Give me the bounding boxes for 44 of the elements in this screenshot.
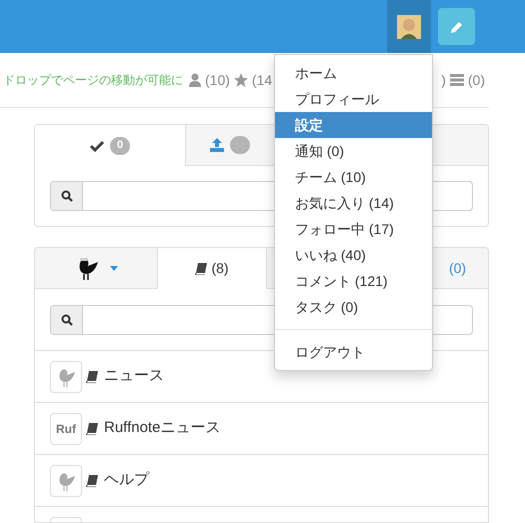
avatar-button[interactable] <box>387 0 431 53</box>
list-icon <box>450 74 464 86</box>
edit-button[interactable] <box>438 8 475 45</box>
pencil-icon <box>450 20 462 32</box>
tab-label: (0) <box>448 258 466 278</box>
menu-item[interactable]: お気に入り (14) <box>275 190 432 216</box>
upload-icon <box>210 138 224 152</box>
book-icon <box>195 262 208 274</box>
user-icon <box>189 73 201 87</box>
count-text: ) <box>441 70 446 90</box>
menu-item[interactable]: チーム (10) <box>275 164 432 190</box>
avatar-icon <box>397 14 421 38</box>
list-item-title: Ruffnoteニュース <box>104 418 220 438</box>
drag-hint-text: ドロップでページの移動が可能に <box>3 72 183 89</box>
tab[interactable]: (8) <box>157 248 267 289</box>
menu-item[interactable]: プロフィール <box>275 86 432 112</box>
check-icon <box>90 140 104 152</box>
star-icon <box>234 73 248 87</box>
search-button[interactable] <box>51 182 83 210</box>
count-text: (14 <box>252 70 272 90</box>
list-item[interactable]: Ruf Ruffnoteニュース <box>35 403 488 455</box>
menu-item[interactable]: コメント (121) <box>275 268 432 294</box>
avatar-text: Ruf <box>56 420 76 438</box>
count-text: (0) <box>468 70 485 90</box>
menu-item[interactable]: 通知 (0) <box>275 138 432 164</box>
caret-icon <box>110 266 118 270</box>
list-item[interactable]: ヘルプ <box>35 455 488 507</box>
list-item-title: ニュース <box>104 366 164 386</box>
search-button[interactable] <box>51 306 83 334</box>
book-icon <box>86 422 98 434</box>
search-icon <box>60 314 72 326</box>
menu-item[interactable]: タスク (0) <box>275 294 432 320</box>
book-icon <box>86 370 98 382</box>
menu-item[interactable]: 設定 <box>275 112 432 138</box>
menu-item[interactable]: ホーム <box>275 60 432 86</box>
book-icon <box>86 474 98 486</box>
menu-item[interactable]: フォロー中 (17) <box>275 216 432 242</box>
count-badge <box>230 136 250 154</box>
list-item-title: ヘルプ <box>104 470 149 490</box>
count-badge: 0 <box>110 136 130 154</box>
tab-label: (8) <box>211 259 229 278</box>
count-text: (10) <box>205 70 230 90</box>
search-icon <box>60 190 72 202</box>
menu-item[interactable]: いいね (40) <box>275 242 432 268</box>
